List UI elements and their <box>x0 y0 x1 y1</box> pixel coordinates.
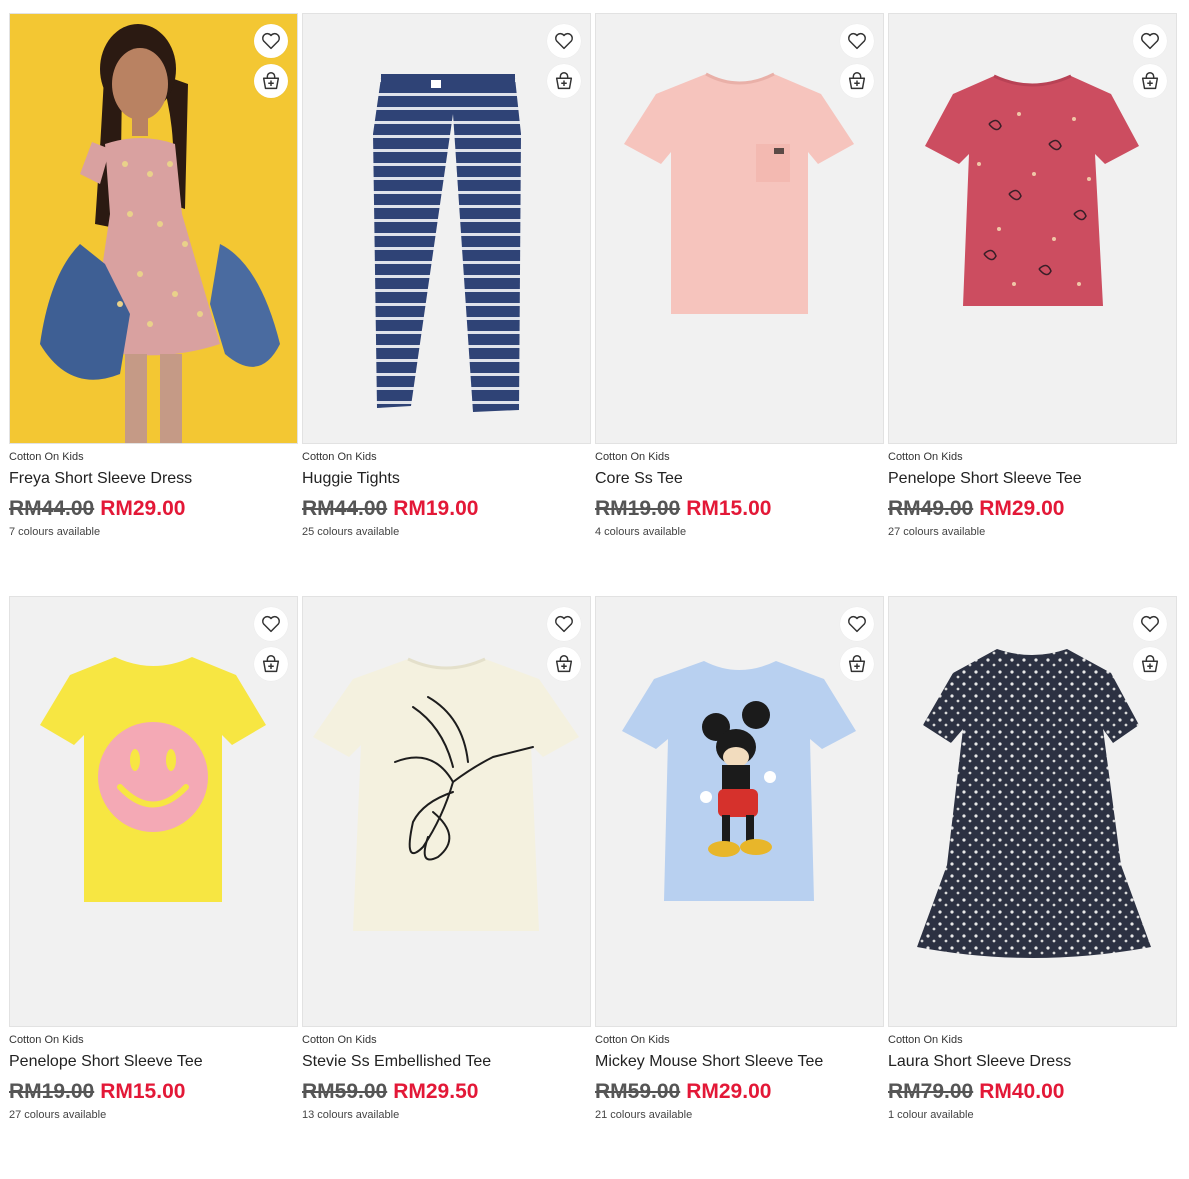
colours-available: 21 colours available <box>595 1109 693 1121</box>
product-card[interactable]: Cotton On Kids Penelope Short Sleeve Tee… <box>888 13 1177 596</box>
bag-plus-icon <box>555 72 573 90</box>
wishlist-button[interactable] <box>547 607 581 641</box>
heart-icon <box>262 615 280 633</box>
wishlist-button[interactable] <box>547 24 581 58</box>
product-grid: Cotton On Kids Freya Short Sleeve Dress … <box>9 13 1177 1179</box>
bag-plus-icon <box>1141 72 1159 90</box>
colours-available: 4 colours available <box>595 526 687 538</box>
original-price: RM44.00 <box>9 497 95 520</box>
bag-plus-icon <box>848 72 866 90</box>
heart-icon <box>848 32 866 50</box>
colours-available: 13 colours available <box>302 1109 400 1121</box>
product-brand: Cotton On Kids <box>9 1034 84 1046</box>
product-card[interactable]: Cotton On Kids Core Ss Tee RM19.00 RM15.0… <box>595 13 884 596</box>
sale-price: RM29.00 <box>100 497 186 520</box>
product-image[interactable] <box>9 13 298 444</box>
original-price: RM44.00 <box>302 497 388 520</box>
bag-plus-icon <box>555 655 573 673</box>
original-price: RM79.00 <box>888 1080 974 1103</box>
bag-plus-icon <box>848 655 866 673</box>
wishlist-button[interactable] <box>254 24 288 58</box>
product-card[interactable]: Cotton On Kids Huggie Tights RM44.00 RM19… <box>302 13 591 596</box>
original-price: RM59.00 <box>302 1080 388 1103</box>
product-brand: Cotton On Kids <box>888 451 963 463</box>
heart-icon <box>848 615 866 633</box>
product-brand: Cotton On Kids <box>302 1034 377 1046</box>
product-image[interactable] <box>888 13 1177 444</box>
add-to-bag-button[interactable] <box>1133 64 1167 98</box>
product-image[interactable] <box>302 596 591 1027</box>
wishlist-button[interactable] <box>1133 24 1167 58</box>
product-image[interactable] <box>595 596 884 1027</box>
add-to-bag-button[interactable] <box>1133 647 1167 681</box>
original-price: RM59.00 <box>595 1080 681 1103</box>
wishlist-button[interactable] <box>1133 607 1167 641</box>
colours-available: 25 colours available <box>302 526 400 538</box>
product-brand: Cotton On Kids <box>9 451 84 463</box>
original-price: RM49.00 <box>888 497 974 520</box>
product-name[interactable]: Stevie Ss Embellished Tee <box>302 1052 591 1071</box>
colours-available: 27 colours available <box>888 526 986 538</box>
product-card[interactable]: Cotton On Kids Mickey Mouse Short Sleeve… <box>595 596 884 1179</box>
sale-price: RM15.00 <box>100 1080 186 1103</box>
sale-price: RM19.00 <box>393 497 479 520</box>
heart-icon <box>555 615 573 633</box>
bag-plus-icon <box>262 72 280 90</box>
add-to-bag-button[interactable] <box>547 64 581 98</box>
heart-icon <box>262 32 280 50</box>
colours-available: 27 colours available <box>9 1109 107 1121</box>
sale-price: RM15.00 <box>686 497 772 520</box>
product-name[interactable]: Penelope Short Sleeve Tee <box>9 1052 298 1071</box>
heart-icon <box>555 32 573 50</box>
original-price: RM19.00 <box>9 1080 95 1103</box>
add-to-bag-button[interactable] <box>840 647 874 681</box>
product-name[interactable]: Laura Short Sleeve Dress <box>888 1052 1177 1071</box>
original-price: RM19.00 <box>595 497 681 520</box>
add-to-bag-button[interactable] <box>254 647 288 681</box>
bag-plus-icon <box>262 655 280 673</box>
colours-available: 1 colour available <box>888 1109 974 1121</box>
add-to-bag-button[interactable] <box>840 64 874 98</box>
add-to-bag-button[interactable] <box>547 647 581 681</box>
product-name[interactable]: Mickey Mouse Short Sleeve Tee <box>595 1052 884 1071</box>
product-card[interactable]: Cotton On Kids Penelope Short Sleeve Tee… <box>9 596 298 1179</box>
colours-available: 7 colours available <box>9 526 101 538</box>
product-image[interactable] <box>595 13 884 444</box>
sale-price: RM29.00 <box>686 1080 772 1103</box>
product-name[interactable]: Penelope Short Sleeve Tee <box>888 469 1177 488</box>
product-brand: Cotton On Kids <box>595 451 670 463</box>
product-image[interactable] <box>9 596 298 1027</box>
product-image[interactable] <box>302 13 591 444</box>
heart-icon <box>1141 32 1159 50</box>
wishlist-button[interactable] <box>840 24 874 58</box>
product-image[interactable] <box>888 596 1177 1027</box>
wishlist-button[interactable] <box>254 607 288 641</box>
sale-price: RM29.00 <box>979 497 1065 520</box>
product-card[interactable]: Cotton On Kids Freya Short Sleeve Dress … <box>9 13 298 596</box>
product-name[interactable]: Freya Short Sleeve Dress <box>9 469 298 488</box>
product-brand: Cotton On Kids <box>888 1034 963 1046</box>
heart-icon <box>1141 615 1159 633</box>
product-name[interactable]: Core Ss Tee <box>595 469 884 488</box>
add-to-bag-button[interactable] <box>254 64 288 98</box>
product-card[interactable]: Cotton On Kids Stevie Ss Embellished Tee… <box>302 596 591 1179</box>
product-card[interactable]: Cotton On Kids Laura Short Sleeve Dress … <box>888 596 1177 1179</box>
sale-price: RM29.50 <box>393 1080 479 1103</box>
sale-price: RM40.00 <box>979 1080 1065 1103</box>
product-name[interactable]: Huggie Tights <box>302 469 591 488</box>
product-brand: Cotton On Kids <box>302 451 377 463</box>
bag-plus-icon <box>1141 655 1159 673</box>
wishlist-button[interactable] <box>840 607 874 641</box>
product-brand: Cotton On Kids <box>595 1034 670 1046</box>
